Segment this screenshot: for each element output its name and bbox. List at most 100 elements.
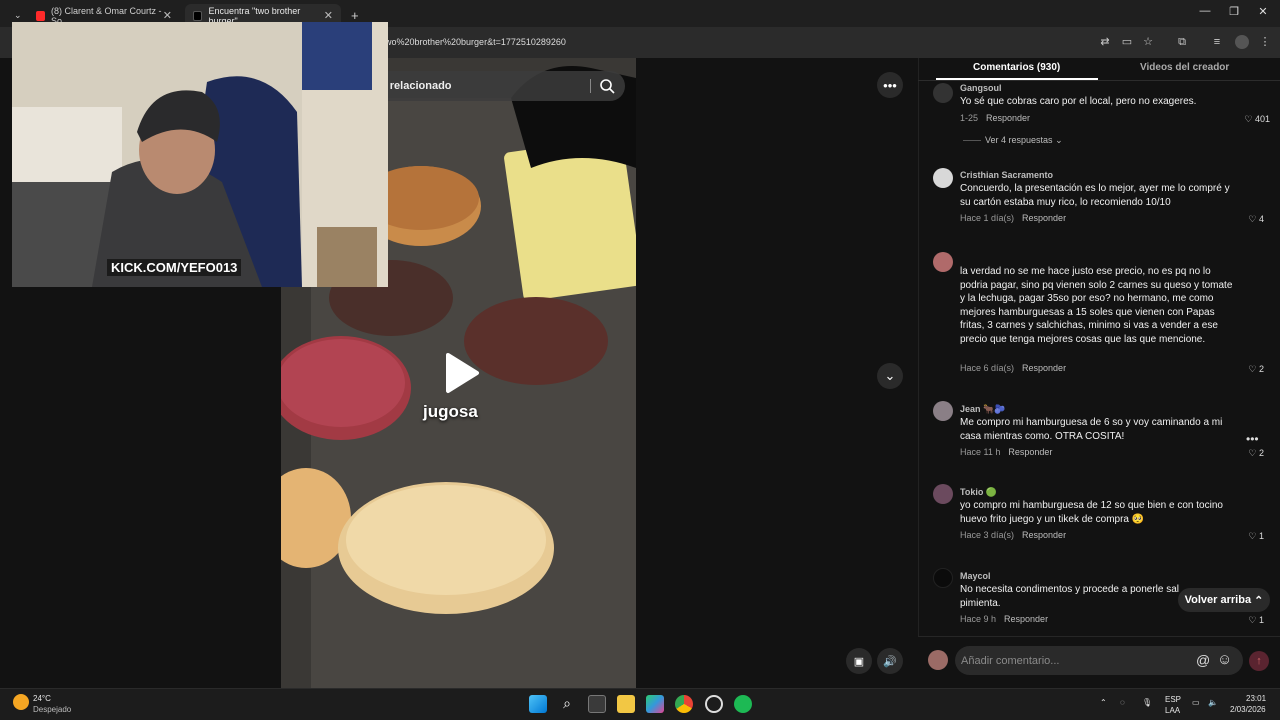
search-icon[interactable] bbox=[599, 78, 615, 94]
back-to-top-button[interactable]: Volver arriba ⌃ bbox=[1178, 588, 1270, 612]
send-icon[interactable]: ↑ bbox=[1249, 651, 1269, 671]
mention-icon[interactable]: @ bbox=[1196, 652, 1210, 668]
taskbar bbox=[0, 688, 1280, 720]
reply-link[interactable]: Responder bbox=[1008, 447, 1052, 457]
webcam-overlay: KICK.COM/YEFO013 bbox=[12, 22, 388, 287]
comment-text: yo compro mi hamburguesa de 12 so que bi… bbox=[960, 500, 1223, 525]
bookmark-star-icon[interactable]: ☆ bbox=[1141, 35, 1155, 49]
url-field[interactable]: wo%20brother%20burger&t=1772510289260 bbox=[385, 37, 566, 47]
volume-icon[interactable]: 🔈 bbox=[1208, 698, 1218, 707]
kick-banner: KICK.COM/YEFO013 bbox=[107, 259, 242, 276]
weather-desc: Despejado bbox=[33, 705, 72, 714]
chrome-icon[interactable] bbox=[675, 695, 693, 713]
next-video-chevron-icon[interactable]: ⌄ bbox=[877, 363, 903, 389]
cast-icon[interactable]: ▭ bbox=[1120, 35, 1134, 49]
like-count[interactable]: ♡ 2 bbox=[1224, 448, 1264, 459]
comment-username[interactable]: Cristhian Sacramento bbox=[960, 170, 1053, 180]
restore-icon[interactable]: ❐ bbox=[1224, 5, 1244, 18]
comment-meta: 1-25 Responder bbox=[960, 113, 1030, 123]
copilot-icon[interactable] bbox=[646, 695, 664, 713]
avatar[interactable] bbox=[933, 83, 953, 103]
comment-text: la verdad no se me hace justo ese precio… bbox=[960, 266, 1233, 345]
like-number: 1 bbox=[1258, 531, 1264, 541]
weather-temp[interactable]: 24°C bbox=[33, 694, 51, 703]
avatar[interactable] bbox=[933, 484, 953, 504]
floating-player-icon[interactable]: ▣ bbox=[846, 648, 872, 674]
comment-time: Hace 1 día(s) bbox=[960, 213, 1015, 223]
minimize-icon[interactable]: — bbox=[1195, 5, 1215, 17]
comment-username[interactable]: Jean 🐂🫐 bbox=[960, 404, 1005, 415]
translate-icon[interactable]: ⇄ bbox=[1098, 35, 1112, 49]
like-count[interactable]: ♡ 2 bbox=[1224, 364, 1264, 375]
video-caption: jugosa bbox=[423, 402, 478, 421]
task-view-icon[interactable] bbox=[588, 695, 606, 713]
chevron-up-icon: ⌃ bbox=[1254, 594, 1264, 607]
avatar[interactable] bbox=[933, 168, 953, 188]
play-icon[interactable] bbox=[444, 352, 480, 394]
comment-more-icon[interactable]: ••• bbox=[1246, 432, 1259, 446]
menu-kebab-icon[interactable]: ⋮ bbox=[1258, 35, 1272, 49]
youtube-icon bbox=[36, 10, 46, 21]
webcam-image bbox=[12, 22, 388, 287]
avatar[interactable] bbox=[933, 252, 953, 272]
avatar[interactable] bbox=[933, 568, 953, 588]
related-search-bar[interactable]: o relacionado bbox=[350, 71, 625, 101]
profile-avatar[interactable] bbox=[1235, 35, 1249, 49]
like-number: 4 bbox=[1258, 214, 1264, 224]
comment-time: Hace 9 h bbox=[960, 614, 997, 624]
tab-comments[interactable]: Comentarios (930) bbox=[973, 62, 1060, 73]
comment-username[interactable]: Tokio 🟢 bbox=[960, 487, 997, 498]
search-icon[interactable]: ⌕ bbox=[558, 695, 576, 713]
close-icon[interactable]: ✕ bbox=[163, 9, 172, 22]
comment-username[interactable]: Gangsoul bbox=[960, 83, 1002, 93]
clock-date[interactable]: 2/03/2026 bbox=[1230, 705, 1266, 714]
windows-start-icon[interactable] bbox=[529, 695, 547, 713]
comment-time: 1-25 bbox=[960, 113, 979, 123]
view-replies-label: Ver 4 respuestas bbox=[985, 135, 1053, 145]
like-count[interactable]: ♡ 1 bbox=[1224, 615, 1264, 626]
view-replies-button[interactable]: Ver 4 respuestas ⌄ bbox=[985, 135, 1063, 146]
clock-time[interactable]: 23:01 bbox=[1246, 694, 1266, 703]
comment-username[interactable]: Maycol bbox=[960, 571, 991, 581]
display-icon[interactable]: ▭ bbox=[1192, 698, 1200, 707]
like-number: 1 bbox=[1258, 615, 1264, 625]
more-options-icon[interactable]: ••• bbox=[877, 72, 903, 98]
avatar[interactable] bbox=[933, 401, 953, 421]
network-icon[interactable]: ◌ bbox=[1120, 698, 1125, 707]
comment-meta: Hace 3 día(s) Responder bbox=[960, 530, 1066, 540]
back-to-top-label: Volver arriba bbox=[1184, 594, 1252, 606]
emoji-icon[interactable]: ☺ bbox=[1217, 651, 1232, 668]
comment-time: Hace 3 día(s) bbox=[960, 530, 1015, 540]
tiktok-icon bbox=[193, 10, 203, 21]
close-window-icon[interactable]: ✕ bbox=[1253, 5, 1273, 18]
spotify-icon[interactable] bbox=[734, 695, 752, 713]
reply-link[interactable]: Responder bbox=[1022, 530, 1066, 540]
microphone-icon[interactable]: 🎙 bbox=[1142, 698, 1152, 707]
like-count[interactable]: ♡ 4 bbox=[1224, 214, 1264, 225]
like-number: 2 bbox=[1258, 364, 1264, 374]
reply-link[interactable]: Responder bbox=[1022, 363, 1066, 373]
reply-link[interactable]: Responder bbox=[986, 113, 1030, 123]
tab-creator-videos[interactable]: Videos del creador bbox=[1140, 62, 1229, 73]
like-count[interactable]: ♡ 401 bbox=[1230, 114, 1270, 125]
reply-link[interactable]: Responder bbox=[1004, 614, 1048, 624]
file-explorer-icon[interactable] bbox=[617, 695, 635, 713]
close-icon[interactable]: ✕ bbox=[324, 9, 333, 22]
tray-chevron-icon[interactable]: ⌃ bbox=[1100, 698, 1107, 707]
volume-icon[interactable]: 🔊 bbox=[877, 648, 903, 674]
weather-icon[interactable] bbox=[13, 694, 29, 710]
lang-bottom[interactable]: LAA bbox=[1165, 706, 1180, 715]
reply-link[interactable]: Responder bbox=[1022, 213, 1066, 223]
like-number: 401 bbox=[1254, 114, 1270, 124]
comment-meta: Hace 1 día(s) Responder bbox=[960, 213, 1066, 223]
tab-divider bbox=[918, 80, 1280, 81]
comment-meta: Hace 11 h Responder bbox=[960, 447, 1052, 457]
related-search-text: o relacionado bbox=[380, 80, 452, 92]
like-count[interactable]: ♡ 1 bbox=[1224, 531, 1264, 542]
extensions-icon[interactable]: ⧉ bbox=[1175, 35, 1189, 49]
search-divider bbox=[590, 79, 591, 93]
lang-top[interactable]: ESP bbox=[1165, 695, 1181, 704]
comment-placeholder: Añadir comentario... bbox=[961, 654, 1060, 667]
app-icon[interactable] bbox=[705, 695, 723, 713]
reading-list-icon[interactable]: ≡ bbox=[1210, 35, 1224, 49]
